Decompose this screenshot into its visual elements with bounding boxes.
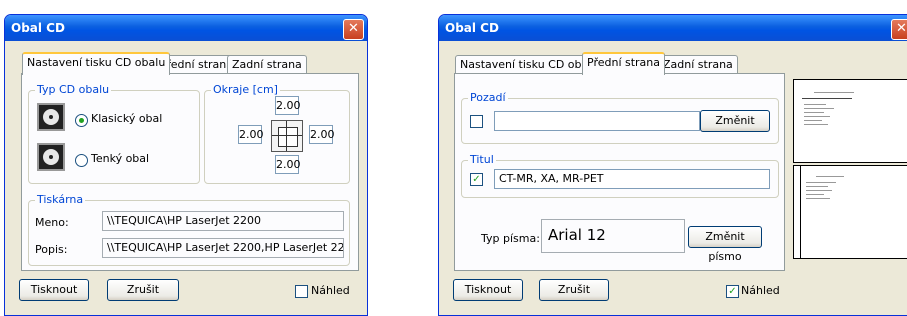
printer-name-label: Meno:: [35, 216, 69, 229]
left-tab-back[interactable]: Zadní strana: [227, 55, 307, 74]
left-dialog-title: Obal CD: [5, 15, 367, 41]
left-tab-panel: Typ CD obalu Klasický obal Tenký obal Ok…: [21, 73, 359, 271]
printer-name-field: \\TEQUICA\HP LaserJet 2200: [102, 211, 344, 231]
margins-group: Okraje [cm] 2.00 2.00 2.00 2.00: [204, 83, 350, 184]
font-type-label: Typ písma:: [481, 232, 540, 245]
right-preview-label[interactable]: Náhled: [741, 284, 780, 297]
classic-case-radio[interactable]: [75, 114, 88, 127]
background-group: Pozadí Změnit: [461, 91, 779, 144]
right-dialog-window: Obal CD ✕ Nastavení tisku CD obalu Předn…: [438, 14, 907, 316]
printer-desc-label: Popis:: [35, 243, 68, 256]
thin-case-radio[interactable]: [75, 154, 88, 167]
title-group: Titul ✓ CT-MR, XA, MR-PET: [461, 153, 779, 198]
background-change-button[interactable]: Změnit: [700, 110, 770, 132]
title-checkbox[interactable]: ✓: [470, 173, 483, 186]
right-preview-checkbox[interactable]: ✓: [726, 285, 739, 298]
margin-left-input[interactable]: 2.00: [238, 125, 264, 144]
background-checkbox[interactable]: [470, 115, 483, 128]
title-group-label: Titul: [468, 153, 496, 166]
classic-case-label[interactable]: Klasický obal: [91, 112, 162, 125]
back-cover-preview: [793, 165, 907, 259]
right-print-button[interactable]: Tisknout: [453, 279, 523, 301]
background-group-label: Pozadí: [468, 91, 508, 104]
thin-case-label[interactable]: Tenký obal: [91, 152, 149, 165]
left-preview-label[interactable]: Náhled: [311, 284, 350, 297]
left-dialog-window: Obal CD ✕ Nastavení tisku CD obalu Předn…: [4, 14, 368, 316]
front-cover-preview: [793, 79, 907, 163]
right-dialog-title: Obal CD: [439, 15, 907, 41]
margin-right-input[interactable]: 2.00: [309, 125, 335, 144]
left-preview-checkbox[interactable]: [295, 285, 308, 298]
change-font-button[interactable]: Změnit písmo: [688, 226, 762, 263]
left-cancel-button[interactable]: Zrušit: [107, 279, 179, 301]
classic-case-icon: [37, 103, 65, 131]
left-print-button[interactable]: Tisknout: [19, 279, 89, 301]
printer-group-label: Tiskárna: [35, 193, 86, 206]
cd-type-group: Typ CD obalu Klasický obal Tenký obal: [28, 83, 200, 184]
right-cancel-button[interactable]: Zrušit: [539, 279, 609, 301]
margin-bottom-input[interactable]: 2.00: [275, 155, 301, 174]
left-close-button[interactable]: ✕: [343, 19, 364, 40]
right-tab-panel: Pozadí Změnit Titul ✓ CT-MR, XA, MR-PET …: [454, 73, 785, 271]
title-text-field[interactable]: CT-MR, XA, MR-PET: [494, 169, 770, 189]
printer-desc-field: \\TEQUICA\HP LaserJet 2200,HP LaserJet 2…: [102, 238, 344, 258]
printer-group: Tiskárna Meno: \\TEQUICA\HP LaserJet 220…: [28, 193, 350, 266]
margin-layout-icon: [271, 120, 303, 152]
right-tab-back[interactable]: Zadní strana: [658, 55, 738, 74]
left-tab-print-settings[interactable]: Nastavení tisku CD obalu: [22, 52, 171, 75]
background-path-field[interactable]: [494, 111, 700, 131]
margin-top-input[interactable]: 2.00: [275, 96, 301, 115]
cd-type-group-label: Typ CD obalu: [35, 83, 112, 96]
cd-cover-preview: [793, 79, 907, 269]
right-tab-front[interactable]: Přední strana: [582, 52, 666, 75]
right-close-button[interactable]: ✕: [891, 19, 907, 40]
margins-group-label: Okraje [cm]: [211, 83, 280, 96]
font-value-display: Arial 12: [541, 219, 685, 253]
thin-case-icon: [37, 143, 65, 171]
